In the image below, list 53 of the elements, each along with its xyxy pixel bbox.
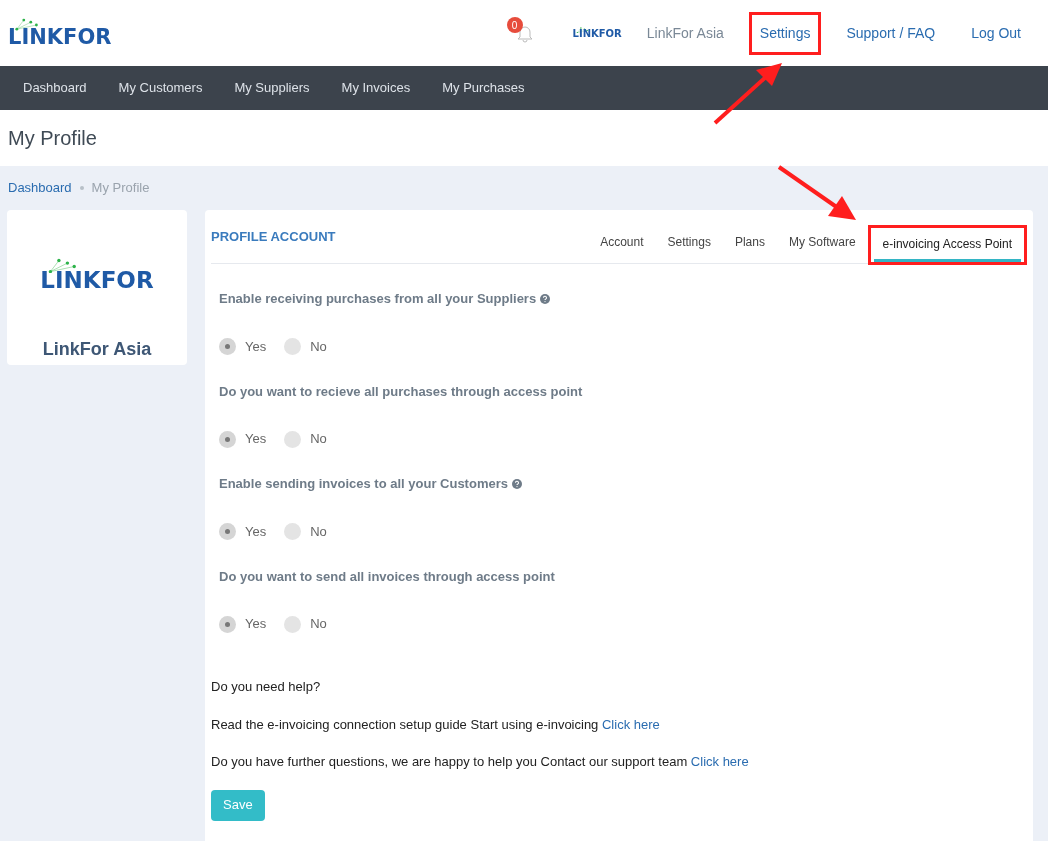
radio-label: Yes [245,615,267,634]
breadcrumb-separator-icon [79,186,84,190]
radio-label: No [310,615,327,634]
linkfor-logo: LINKFOR [8,18,112,48]
question-label: Do you want to recieve all purchases through access point [219,382,583,401]
nav-link[interactable]: My Suppliers [234,78,310,98]
company-name: LinkFor Asia [42,338,152,361]
radio-button[interactable] [284,430,302,448]
bell-icon[interactable] [516,25,533,43]
breadcrumb-current: My Profile [91,179,150,198]
nav-link[interactable]: My Purchases [442,78,525,98]
tab[interactable]: Settings [658,226,720,260]
radio-label: Yes [245,522,267,541]
question-label: Enable sending invoices to all your Customers [219,475,508,493]
help-icon[interactable] [540,293,551,304]
breadcrumb-link[interactable]: Dashboard [8,178,72,198]
panel-title: PROFILE ACCOUNT [211,227,336,246]
radio-label: No [310,337,327,356]
radio-button[interactable] [219,615,236,633]
company-name: LinkFor Asia [645,23,725,43]
help-title: Do you need help? [211,678,322,696]
click-here-link[interactable]: Click here [602,716,660,732]
nav-link[interactable]: My Invoices [341,78,411,98]
radio-button[interactable] [219,338,236,355]
radio-label: Yes [245,430,267,449]
help-text: Do you have further questions, we are happy to help you Contact our support team Click here [211,753,750,771]
tab[interactable]: My Software [779,226,865,260]
page-title: My Profile [8,126,97,151]
radio-button[interactable] [219,430,236,448]
arrow-drawing [712,60,784,126]
linkfor-logo: LINKFOR [572,26,622,40]
linkfor-logo: LINKFOR [40,258,154,293]
tab[interactable]: Plans [725,226,774,260]
question-label: Enable receiving purchases from all your Suppliers [219,290,537,308]
question-label: Do you want to send all invoices through access point [219,567,555,586]
header-link[interactable]: Log Out [960,11,1032,55]
radio-button[interactable] [284,615,302,633]
header-link[interactable]: Settings [748,11,822,55]
radio-button[interactable] [284,523,302,540]
radio-label: No [310,522,327,541]
radio-button[interactable] [219,523,236,540]
tab[interactable]: e-invoicing Access Point [873,228,1021,262]
notification-badge: 0 [506,17,523,33]
radio-button[interactable] [284,338,302,355]
radio-label: Yes [245,337,267,356]
help-text: Read the e-invoicing connection setup guide Start using e-invoicing Click here [211,715,661,734]
tab[interactable]: Account [591,226,653,260]
nav-link[interactable]: Dashboard [23,78,87,98]
nav-link[interactable]: My Customers [118,78,203,98]
radio-label: No [310,430,327,449]
help-icon[interactable] [511,478,522,489]
click-here-link[interactable]: Click here [690,754,749,769]
header-link[interactable]: Support / FAQ [835,11,947,55]
